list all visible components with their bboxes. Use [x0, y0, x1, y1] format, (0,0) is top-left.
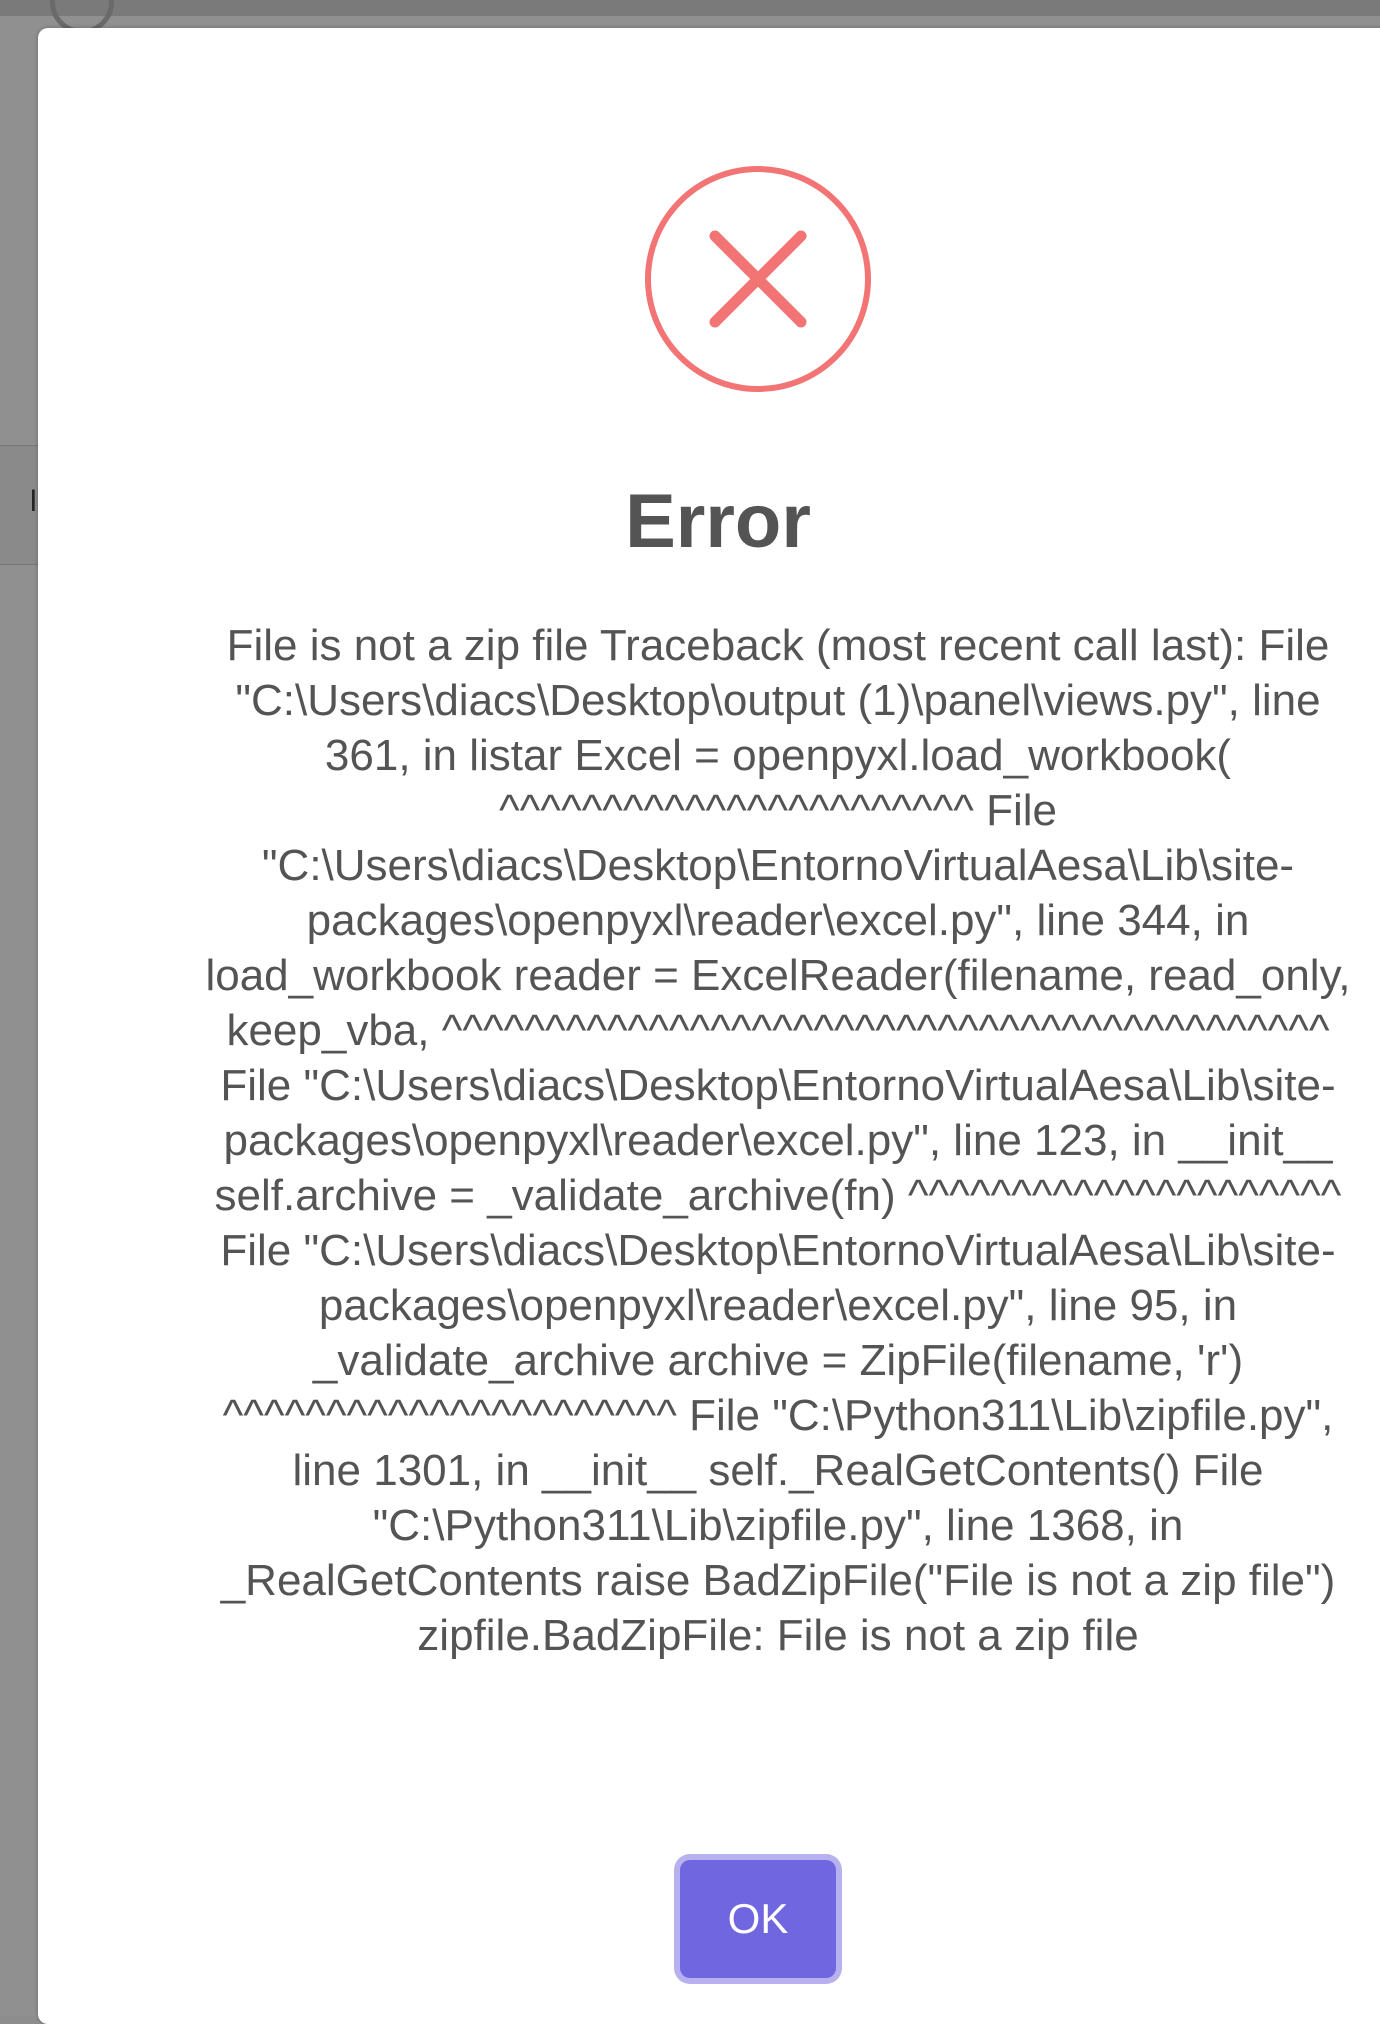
dialog-title: Error: [625, 479, 811, 564]
error-x-circle-icon: [645, 166, 871, 392]
error-dialog: Error File is not a zip file Traceback (…: [38, 28, 1380, 2024]
background-top-bar: [0, 0, 1380, 16]
dialog-message: File is not a zip file Traceback (most r…: [205, 621, 1351, 1660]
ok-button[interactable]: OK: [680, 1860, 836, 1978]
